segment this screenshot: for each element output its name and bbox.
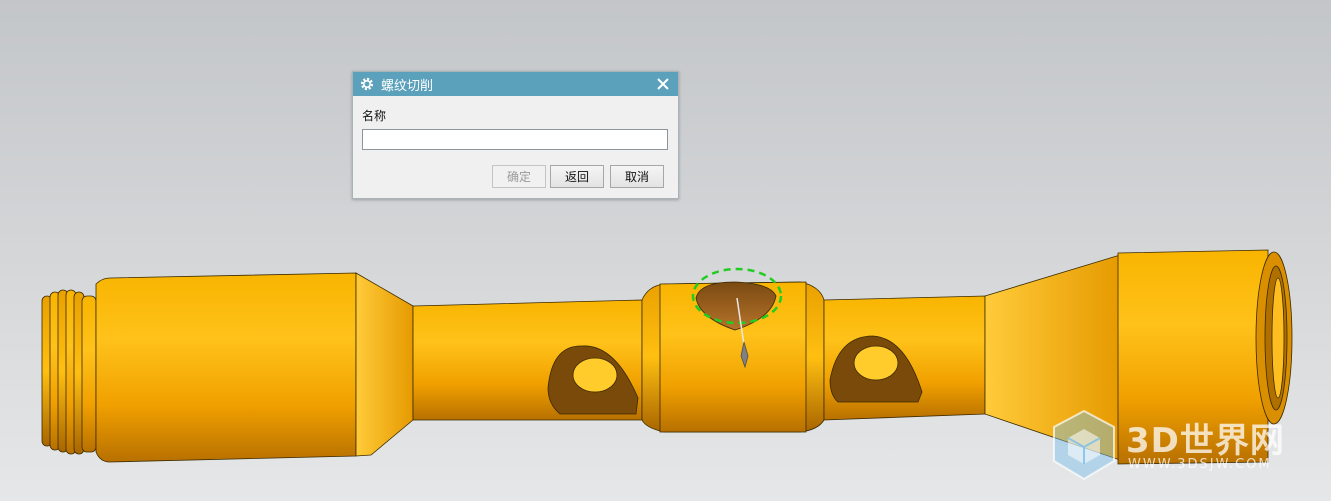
name-label: 名称 [362,109,387,123]
watermark-title: 3D世界网 [1126,421,1285,461]
dialog-titlebar[interactable]: 螺纹切削 [353,72,678,96]
dialog-title: 螺纹切削 [381,78,434,94]
gear-icon [359,76,375,92]
thread-cut-dialog: 螺纹切削 名称 确定 返回 取消 [352,71,679,199]
watermark-url: WWW.3DSJW.COM [1128,457,1272,472]
cube-logo-icon [1053,409,1115,481]
name-input[interactable] [362,129,668,150]
cancel-button[interactable]: 取消 [610,165,664,188]
watermark: 3D世界网 WWW.3DSJW.COM [1046,405,1306,485]
close-icon[interactable] [654,75,672,93]
ok-button[interactable]: 确定 [492,165,546,188]
thread-section [41,289,97,455]
back-button[interactable]: 返回 [550,165,604,188]
